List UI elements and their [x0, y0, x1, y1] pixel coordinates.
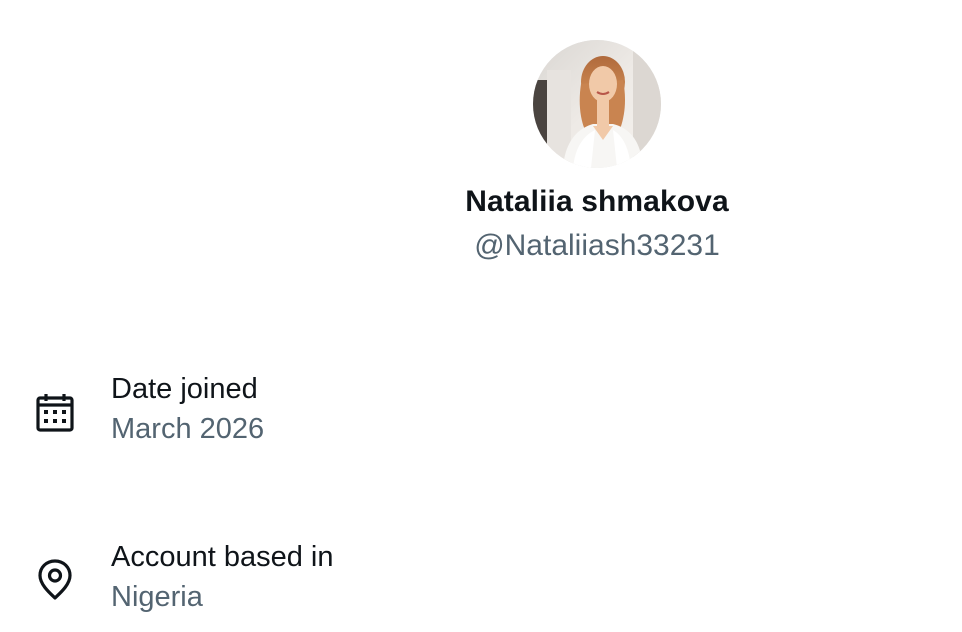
user-handle: @Nataliiash33231: [474, 229, 720, 262]
account-location-value: Nigeria: [111, 581, 203, 613]
location-pin-icon: [38, 559, 72, 600]
calendar-icon: [36, 394, 74, 432]
date-joined-value: March 2026: [111, 413, 265, 445]
avatar[interactable]: [533, 40, 661, 168]
date-joined-label: Date joined: [111, 373, 258, 405]
display-name: Nataliia shmakova: [465, 185, 729, 218]
profile-photo: [533, 40, 661, 168]
account-location-row: Account based in Nigeria: [0, 536, 962, 626]
account-location-label: Account based in: [111, 541, 334, 573]
date-joined-row: Date joined March 2026: [0, 368, 962, 458]
